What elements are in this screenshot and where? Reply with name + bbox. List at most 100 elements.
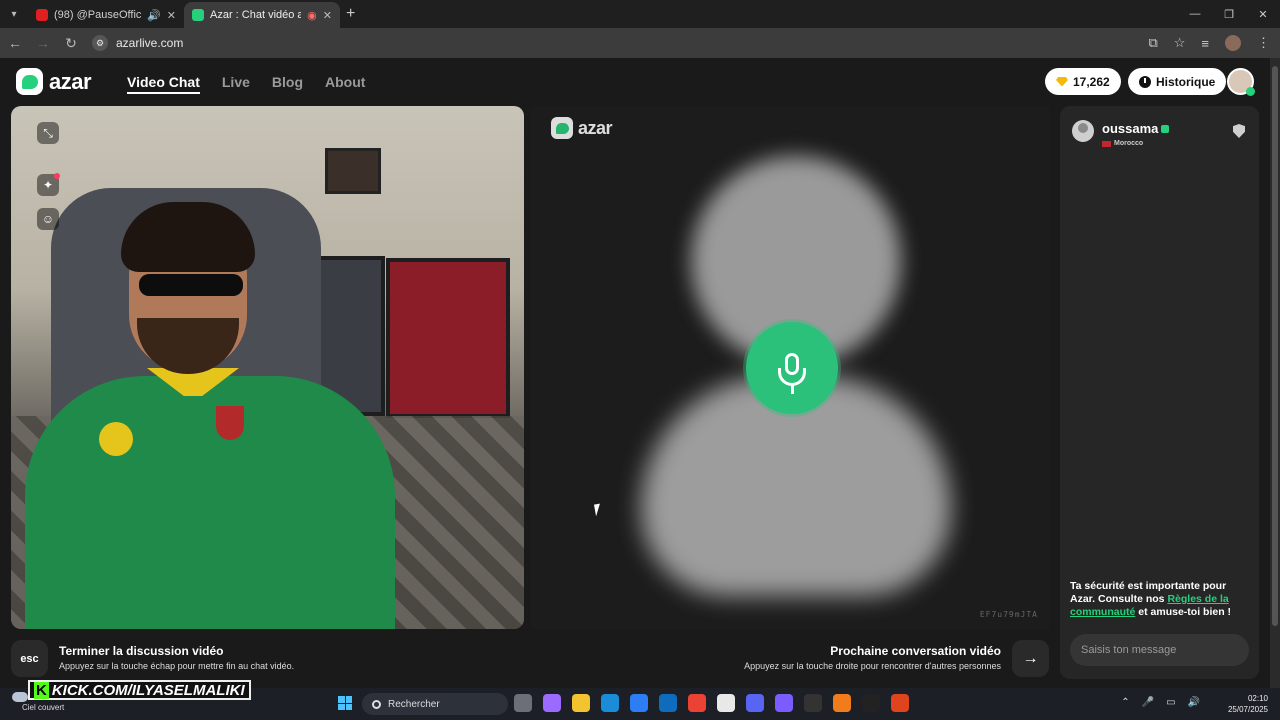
wall-picture [325, 148, 381, 194]
window-controls: — ❐ ✕ [1178, 0, 1280, 28]
message-input[interactable] [1070, 634, 1249, 666]
browser-tab-bar: ▾ (98) @PauseOfficielle - AZUR 🔊 ✕ Azar … [0, 0, 1280, 28]
report-shield-icon[interactable] [1233, 124, 1245, 138]
azar-logo[interactable]: azar [16, 68, 92, 95]
page-scrollbar[interactable] [1270, 58, 1280, 688]
gems-count: 17,262 [1073, 74, 1110, 89]
clock-icon [1139, 75, 1151, 88]
site-info-icon[interactable]: ⚙ [92, 35, 108, 51]
browser-menu-icon[interactable]: ⋮ [1257, 35, 1270, 51]
nav-live[interactable]: Live [222, 74, 250, 94]
person-jersey [25, 376, 395, 629]
tab-youtube[interactable]: (98) @PauseOfficielle - AZUR 🔊 ✕ [28, 2, 184, 28]
next-chat-arrow-button[interactable]: → [1012, 640, 1049, 677]
esc-end-button[interactable]: esc [11, 640, 48, 677]
taskbar-app-icon[interactable] [514, 694, 532, 712]
end-chat-hint: Appuyez sur la touche échap pour mettre … [59, 661, 295, 671]
new-tab-button[interactable]: + [346, 5, 355, 23]
tray-chevron-icon[interactable]: ⌃ [1121, 697, 1129, 708]
maximize-button[interactable]: ❐ [1212, 0, 1246, 28]
url-field[interactable]: ⚙ azarlive.com [92, 35, 183, 51]
taskbar-app-icon[interactable] [630, 694, 648, 712]
taskbar-search[interactable]: Rechercher [362, 693, 508, 715]
close-window-button[interactable]: ✕ [1246, 0, 1280, 28]
taskbar-app-icon[interactable] [804, 694, 822, 712]
framed-jersey [386, 258, 510, 418]
taskbar-app-icon[interactable] [601, 694, 619, 712]
peer-info[interactable]: oussama Morocco [1072, 120, 1170, 147]
tab-azar[interactable]: Azar : Chat vidéo avec de n ◉ ✕ [184, 2, 340, 28]
tab-search-button[interactable]: ▾ [0, 0, 28, 28]
main-nav: Video Chat Live Blog About [127, 74, 365, 94]
clock-time: 02:10 [1247, 694, 1268, 703]
stream-overlay-banner: K KICK.COM/ILYASELMALIKI [28, 680, 251, 700]
nav-blog[interactable]: Blog [272, 74, 303, 94]
reload-icon[interactable]: ↻ [64, 35, 78, 52]
verified-badge-icon [1161, 124, 1170, 133]
taskbar-app-icon[interactable] [543, 694, 561, 712]
search-placeholder: Rechercher [388, 698, 440, 710]
nav-video-chat[interactable]: Video Chat [127, 74, 200, 94]
taskbar-app-icon[interactable] [862, 694, 880, 712]
taskbar-app-icon[interactable] [572, 694, 590, 712]
microphone-tray-icon[interactable]: 🎤 [1142, 697, 1154, 708]
azar-favicon-icon [192, 9, 204, 21]
peer-country-name: Morocco [1114, 140, 1144, 147]
peer-name: oussama [1102, 121, 1159, 136]
weather-widget[interactable] [12, 692, 28, 702]
taskbar-app-icon[interactable] [775, 694, 793, 712]
taskbar-app-icon[interactable] [717, 694, 735, 712]
url-text: azarlive.com [116, 36, 184, 50]
taskbar-clock[interactable]: 02:10 25/07/2025 [1228, 693, 1268, 715]
remote-azar-watermark: azar [551, 117, 613, 139]
cloud-icon [12, 692, 28, 702]
safety-notice: Ta sécurité est importante pour Azar. Co… [1070, 580, 1252, 619]
nav-about[interactable]: About [325, 74, 365, 94]
minimize-button[interactable]: — [1178, 0, 1212, 28]
kick-logo-icon: K [34, 681, 49, 699]
forward-arrow-icon[interactable]: → [36, 35, 50, 51]
effects-sparkle-icon[interactable]: ✦ [37, 173, 60, 196]
bookmark-star-icon[interactable]: ☆ [1174, 35, 1186, 51]
taskbar-app-icon[interactable] [833, 694, 851, 712]
close-tab-icon[interactable]: ✕ [323, 9, 332, 22]
taskbar-apps [514, 694, 909, 712]
tab-title: (98) @PauseOfficielle - AZUR [54, 9, 142, 21]
chat-panel: oussama Morocco Ta sécurité est importan… [1060, 106, 1259, 679]
taskbar-app-icon[interactable] [659, 694, 677, 712]
end-chat-title: Terminer la discussion vidéo [59, 644, 224, 658]
close-tab-icon[interactable]: ✕ [167, 9, 176, 22]
address-bar: ← → ↻ ⚙ azarlive.com ⧉ ☆ ≡ ⋮ [0, 28, 1280, 58]
scrollbar-thumb[interactable] [1272, 66, 1278, 626]
system-tray: ⌃ 🎤 ▭ 🔊 [1121, 697, 1200, 708]
gems-balance-button[interactable]: 17,262 [1045, 68, 1121, 95]
history-button[interactable]: Historique [1128, 68, 1227, 95]
back-arrow-icon[interactable]: ← [8, 35, 22, 51]
next-chat-title: Prochaine conversation vidéo [830, 644, 1001, 658]
user-avatar[interactable] [1227, 68, 1255, 96]
gem-icon [1056, 76, 1068, 87]
taskbar-app-icon[interactable] [746, 694, 764, 712]
browser-profile-avatar[interactable] [1225, 35, 1241, 51]
peer-country: Morocco [1102, 140, 1169, 147]
person-hair [121, 202, 255, 272]
history-label: Historique [1156, 74, 1216, 89]
next-chat-hint: Appuyez sur la touche droite pour rencon… [744, 661, 1001, 671]
media-control-icon[interactable]: ≡ [1201, 36, 1209, 51]
network-icon[interactable]: ▭ [1166, 697, 1175, 708]
azar-logo-icon [16, 68, 43, 95]
peer-avatar [1072, 120, 1094, 142]
notice-text-end: et amuse-toi bien ! [1135, 606, 1232, 618]
voice-only-mic-button[interactable] [746, 322, 838, 414]
windows-start-icon[interactable] [338, 696, 352, 710]
taskbar-app-icon[interactable] [688, 694, 706, 712]
minimize-video-icon[interactable]: ⤡ [37, 122, 59, 144]
face-filter-icon[interactable]: ☺ [37, 208, 59, 230]
volume-icon[interactable]: 🔊 [1188, 697, 1200, 708]
jersey-crest [216, 406, 244, 440]
azar-app: azar Video Chat Live Blog About 17,262 H… [0, 58, 1270, 688]
install-app-icon[interactable]: ⧉ [1148, 35, 1157, 51]
speaker-icon: 🔊 [147, 9, 161, 22]
taskbar-app-icon[interactable] [891, 694, 909, 712]
azar-logo-icon [551, 117, 573, 139]
